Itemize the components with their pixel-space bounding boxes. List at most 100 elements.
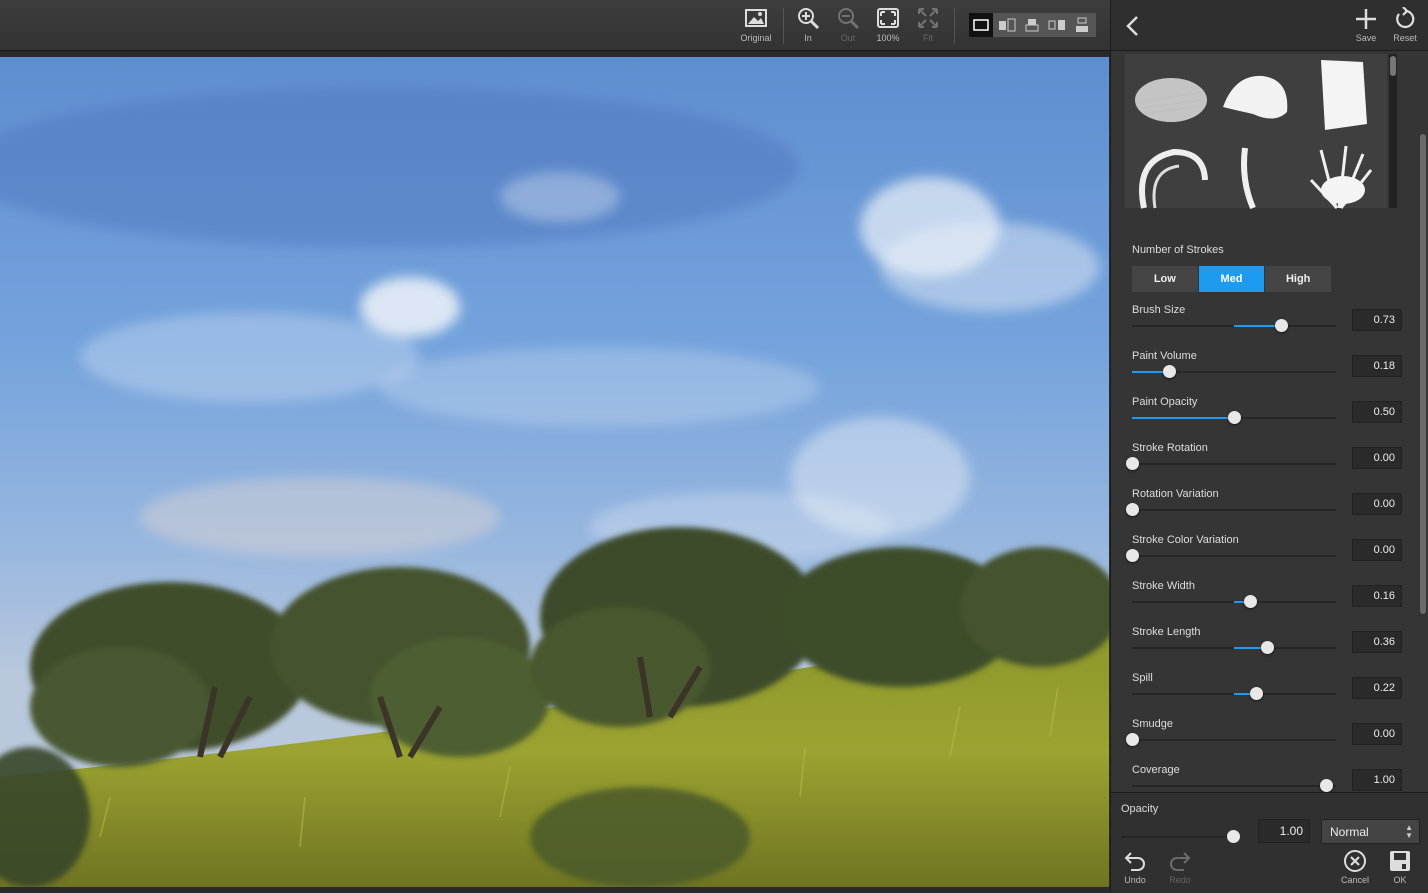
slider-track[interactable]	[1132, 411, 1336, 424]
slider-value-field[interactable]: 0.22	[1352, 677, 1402, 699]
slider-label: Stroke Length	[1132, 626, 1201, 638]
stacked-button[interactable]	[1070, 13, 1094, 37]
fit-button[interactable]: Fit	[908, 6, 948, 46]
strokes-med-button[interactable]: Med	[1198, 266, 1265, 292]
brush-scrollbar[interactable]	[1389, 54, 1397, 208]
slider-knob[interactable]	[1319, 779, 1333, 792]
slider-value-field[interactable]: 0.00	[1352, 447, 1402, 469]
slider-value-field[interactable]: 0.00	[1352, 539, 1402, 561]
zoom-in-icon	[798, 8, 820, 30]
back-button[interactable]	[1121, 12, 1145, 40]
brush-preset[interactable]	[1215, 62, 1295, 132]
slider-track[interactable]	[1126, 549, 1336, 562]
opacity-value-field[interactable]: 1.00	[1258, 819, 1310, 843]
original-label: Original	[740, 33, 772, 43]
stacked-icon	[1076, 17, 1088, 32]
slider-value-field[interactable]: 0.18	[1352, 355, 1402, 377]
slider-value-field[interactable]: 0.00	[1352, 493, 1402, 515]
slider-stroke-width: Stroke Width 0.16	[1132, 580, 1402, 620]
side-by-side-icon	[1048, 20, 1065, 30]
slider-value-field[interactable]: 0.16	[1352, 585, 1402, 607]
slider-knob[interactable]	[1126, 503, 1139, 516]
image-canvas[interactable]	[0, 57, 1109, 887]
opacity-label: Opacity	[1121, 803, 1159, 815]
strokes-low-button[interactable]: Low	[1132, 266, 1198, 292]
slider-value-field[interactable]: 1.00	[1352, 769, 1402, 791]
brush-stroke-icon	[1139, 148, 1208, 209]
slider-fill	[1132, 417, 1234, 419]
slider-track[interactable]	[1132, 595, 1336, 608]
cancel-button[interactable]: Cancel	[1337, 849, 1373, 885]
actual-size-icon	[877, 8, 899, 28]
reset-button[interactable]: Reset	[1387, 7, 1423, 43]
close-circle-icon	[1344, 850, 1366, 872]
toolbar-divider	[954, 8, 955, 44]
painted-landscape-image	[0, 57, 1109, 887]
opacity-slider-track[interactable]	[1121, 830, 1241, 843]
slider-value-field[interactable]: 0.36	[1352, 631, 1402, 653]
redo-icon	[1170, 852, 1191, 871]
slider-paint-volume: Paint Volume 0.18	[1132, 350, 1402, 390]
slider-track[interactable]	[1126, 503, 1336, 516]
actual-size-button[interactable]: 100%	[868, 6, 908, 46]
slider-track[interactable]	[1126, 457, 1336, 470]
split-horizontal-icon	[1025, 19, 1039, 32]
undo-button[interactable]: Undo	[1117, 849, 1153, 885]
brush-preset[interactable]	[1301, 140, 1381, 210]
brush-stroke-icon	[1223, 75, 1288, 119]
toolbar-divider	[783, 8, 784, 44]
brush-preset[interactable]	[1301, 54, 1381, 130]
ok-button[interactable]: OK	[1382, 849, 1418, 885]
slider-knob[interactable]	[1228, 411, 1241, 424]
strokes-high-button[interactable]: High	[1265, 266, 1332, 292]
slider-track[interactable]	[1132, 687, 1336, 700]
blend-mode-value: Normal	[1330, 824, 1369, 839]
cancel-label: Cancel	[1340, 875, 1369, 885]
panel-header: Save Reset	[1111, 0, 1428, 51]
brush-preset[interactable]	[1129, 140, 1209, 210]
slider-knob[interactable]	[1162, 365, 1176, 378]
save-button[interactable]: Save	[1348, 7, 1384, 43]
slider-value-field[interactable]: 0.50	[1352, 401, 1402, 423]
redo-button[interactable]: Redo	[1162, 849, 1198, 885]
slider-value-field[interactable]: 0.73	[1352, 309, 1402, 331]
brush-preset[interactable]	[1129, 62, 1209, 132]
strokes-label: Number of Strokes	[1132, 244, 1224, 256]
slider-knob[interactable]	[1126, 733, 1139, 746]
opacity-slider-knob[interactable]	[1227, 830, 1241, 843]
zoom-out-button[interactable]: Out	[828, 6, 868, 46]
split-vertical-button[interactable]	[995, 13, 1019, 37]
slider-track[interactable]	[1132, 365, 1336, 378]
single-view-button[interactable]	[969, 13, 993, 37]
slider-label: Smudge	[1132, 718, 1173, 730]
strokes-segmented-control: Low Med High	[1132, 266, 1332, 292]
brush-preset[interactable]	[1215, 140, 1295, 210]
zoom-out-label: Out	[840, 33, 856, 43]
reset-label: Reset	[1393, 33, 1417, 43]
side-by-side-button[interactable]	[1045, 13, 1069, 37]
slider-label: Stroke Color Variation	[1132, 534, 1239, 546]
slider-knob[interactable]	[1250, 687, 1264, 700]
slider-smudge: Smudge 0.00	[1126, 718, 1402, 758]
opacity-control: Opacity 1.00 Normal ▲ ▼	[1121, 803, 1421, 844]
slider-knob[interactable]	[1244, 595, 1258, 608]
slider-track[interactable]	[1126, 733, 1336, 746]
split-horizontal-button[interactable]	[1020, 13, 1044, 37]
slider-knob[interactable]	[1126, 457, 1139, 470]
save-disk-icon	[1390, 851, 1410, 871]
scroll-thumb[interactable]	[1390, 56, 1396, 76]
slider-knob[interactable]	[1260, 641, 1274, 654]
slider-track[interactable]	[1132, 641, 1336, 654]
original-button[interactable]: Original	[736, 6, 776, 46]
slider-track[interactable]	[1132, 319, 1336, 332]
single-view-icon	[973, 19, 989, 31]
slider-value-field[interactable]: 0.00	[1352, 723, 1402, 745]
slider-knob[interactable]	[1126, 549, 1139, 562]
scroll-thumb[interactable]	[1420, 134, 1426, 614]
slider-track[interactable]	[1132, 779, 1336, 792]
blend-mode-select[interactable]: Normal ▲ ▼	[1321, 819, 1420, 844]
zoom-in-button[interactable]: In	[788, 6, 828, 46]
panel-scrollbar[interactable]	[1418, 54, 1428, 788]
slider-knob[interactable]	[1274, 319, 1288, 332]
slider-stroke-rotation: Stroke Rotation 0.00	[1126, 442, 1402, 482]
